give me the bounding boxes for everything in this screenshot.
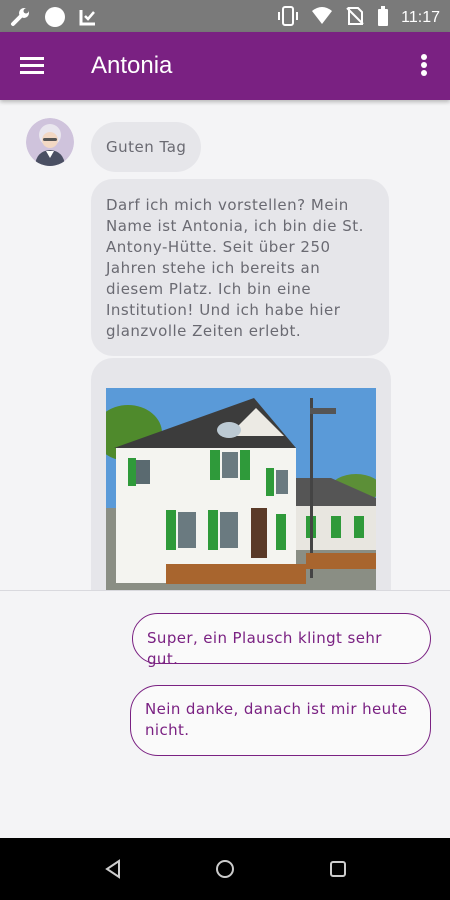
no-sim-icon <box>345 6 365 30</box>
battery-icon <box>377 6 389 30</box>
quick-reply-label: Super, ein Plausch klingt sehr gut. <box>147 629 382 668</box>
navigation-bar <box>0 838 450 900</box>
wrench-icon <box>10 7 32 31</box>
back-icon[interactable] <box>104 859 122 883</box>
app-bar: Antonia <box>0 32 450 100</box>
page-title: Antonia <box>91 52 173 79</box>
st-antony-huette-photo[interactable] <box>106 388 376 590</box>
chat-list[interactable]: Guten Tag Darf ich mich vorstellen? Mein… <box>0 100 450 590</box>
checklist-icon <box>78 7 98 31</box>
quick-reply-no-button[interactable]: Nein danke, danach ist mir heute nicht. <box>130 685 431 756</box>
circle-icon <box>44 6 66 32</box>
message-bubble-image[interactable] <box>91 358 391 590</box>
antonia-avatar <box>26 118 74 166</box>
message-bubble-greeting: Guten Tag <box>91 122 202 172</box>
quick-reply-yes-button[interactable]: Super, ein Plausch klingt sehr gut. <box>132 613 431 668</box>
status-time: 11:17 <box>401 9 440 26</box>
more-vert-icon[interactable] <box>420 52 434 82</box>
quick-reply-label: Nein danke, danach ist mir heute nicht. <box>145 700 408 739</box>
quick-replies: Super, ein Plausch klingt sehr gut. Nein… <box>0 591 450 838</box>
recents-icon[interactable] <box>329 859 347 883</box>
message-text: Guten Tag <box>106 137 187 156</box>
vibrate-icon <box>277 6 299 30</box>
wifi-icon <box>311 6 333 30</box>
message-bubble-intro: Darf ich mich vorstellen? Mein Name ist … <box>91 179 389 356</box>
status-bar: 11:17 <box>0 0 450 32</box>
hamburger-menu-icon[interactable] <box>20 54 52 80</box>
message-text: Darf ich mich vorstellen? Mein Name ist … <box>106 196 364 340</box>
home-icon[interactable] <box>215 859 235 883</box>
